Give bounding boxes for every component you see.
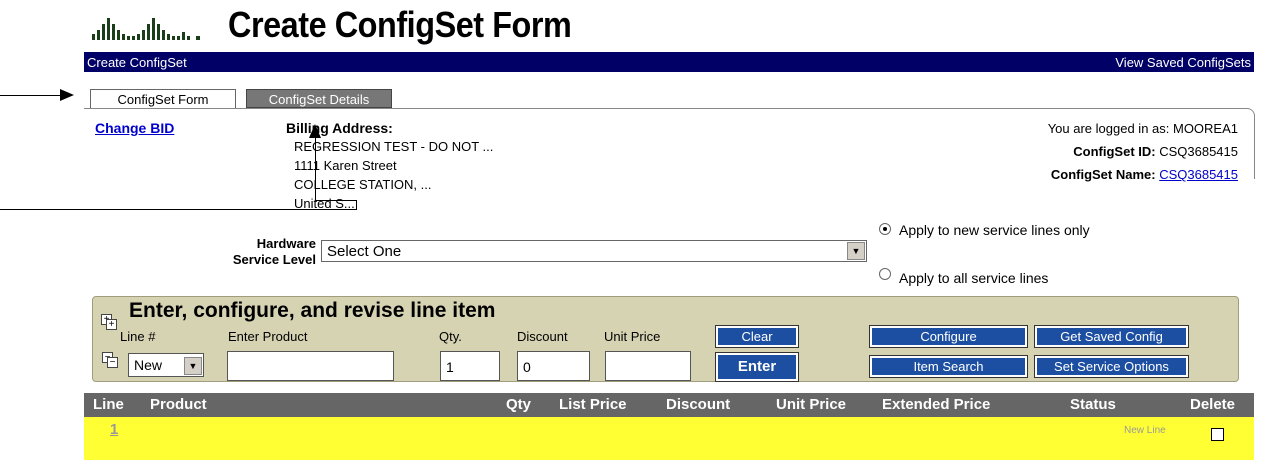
- chevron-down-icon[interactable]: ▼: [184, 357, 202, 375]
- billing-address-heading: Billing Address:: [286, 120, 393, 136]
- chevron-down-icon[interactable]: ▼: [847, 242, 865, 260]
- logged-in-text: You are logged in as: MOOREA1: [1047, 121, 1238, 136]
- clear-button[interactable]: Clear: [715, 325, 799, 348]
- expand-plus-icon[interactable]: +: [106, 319, 117, 330]
- annotation-arrow-line: [0, 95, 62, 96]
- hardware-label-line2: Service Level: [232, 252, 316, 267]
- col-label-product: Enter Product: [228, 329, 308, 344]
- col-label-unit-price: Unit Price: [604, 329, 661, 344]
- configset-id-row: ConfigSet ID: CSQ3685415: [1073, 144, 1238, 159]
- billing-line: 1111 Karen Street: [294, 158, 397, 173]
- hardware-service-level-label: Hardware Service Level: [160, 236, 316, 268]
- annotation-arrow-line: [356, 200, 357, 210]
- hardware-service-level-select[interactable]: Select One ▼: [321, 240, 867, 262]
- row-line-link[interactable]: 1: [110, 421, 118, 438]
- radio-new-label: Apply to new service lines only: [899, 222, 1090, 238]
- product-input[interactable]: [227, 351, 394, 381]
- qty-value: 1: [446, 359, 454, 375]
- qty-input[interactable]: 1: [440, 351, 500, 381]
- configset-name-label: ConfigSet Name:: [1050, 167, 1156, 182]
- get-saved-config-button[interactable]: Get Saved Config: [1034, 325, 1189, 348]
- radio-all-label: Apply to all service lines: [899, 270, 1049, 286]
- set-service-options-button[interactable]: Set Service Options: [1034, 355, 1189, 378]
- configure-button[interactable]: Configure: [869, 325, 1028, 348]
- nav-create-configset[interactable]: Create ConfigSet: [87, 55, 187, 70]
- line-number-select[interactable]: New ▼: [128, 353, 204, 377]
- billing-line: United S...: [294, 196, 355, 211]
- th-product: Product: [150, 396, 207, 413]
- billing-line: REGRESSION TEST - DO NOT ...: [294, 139, 494, 154]
- change-bid-link[interactable]: Change BID: [95, 120, 174, 136]
- cisco-logo-icon: [92, 18, 200, 40]
- tab-configset-details[interactable]: ConfigSet Details: [246, 89, 392, 108]
- line-select-value: New: [134, 357, 163, 373]
- col-label-discount: Discount: [517, 329, 568, 344]
- unit-price-input[interactable]: [605, 351, 691, 381]
- hardware-label-line1: Hardware: [256, 236, 316, 251]
- discount-value: 0: [523, 359, 531, 375]
- th-list-price: List Price: [559, 396, 627, 413]
- nav-bar: Create ConfigSet View Saved ConfigSets: [84, 52, 1254, 72]
- select-value: Select One: [327, 243, 402, 260]
- col-label-line: Line #: [120, 329, 156, 344]
- row-status: New Line: [1124, 425, 1166, 436]
- enter-button[interactable]: Enter: [715, 352, 799, 382]
- nav-view-saved-configsets[interactable]: View Saved ConfigSets: [1115, 55, 1251, 70]
- row-delete-checkbox[interactable]: [1211, 428, 1224, 441]
- radio-all-service-lines[interactable]: [879, 268, 891, 280]
- th-discount: Discount: [666, 396, 731, 413]
- annotation-arrowhead-icon: [60, 89, 74, 101]
- th-unit-price: Unit Price: [776, 396, 847, 413]
- th-delete: Delete: [1190, 396, 1236, 413]
- table-header: Line Product Qty List Price Discount Uni…: [84, 393, 1254, 417]
- item-search-button[interactable]: Item Search: [869, 355, 1028, 378]
- discount-input[interactable]: 0: [517, 351, 590, 381]
- configset-name-row: ConfigSet Name: CSQ3685415: [1051, 167, 1238, 182]
- page-title: Create ConfigSet Form: [228, 4, 572, 45]
- collapse-minus-icon[interactable]: −: [107, 357, 118, 368]
- configset-id-label: ConfigSet ID:: [1073, 144, 1156, 159]
- th-qty: Qty: [506, 396, 532, 413]
- tab-configset-form[interactable]: ConfigSet Form: [90, 89, 236, 108]
- col-label-qty: Qty.: [439, 329, 462, 344]
- configset-name-link[interactable]: CSQ3685415: [1159, 167, 1238, 182]
- th-extended-price: Extended Price: [882, 396, 991, 413]
- th-line: Line: [93, 396, 124, 413]
- billing-line: COLLEGE STATION, ...: [294, 177, 432, 192]
- line-item-heading: Enter, configure, and revise line item: [129, 299, 496, 322]
- configset-id-value: CSQ3685415: [1159, 144, 1238, 159]
- radio-new-service-lines[interactable]: [879, 223, 891, 235]
- th-status: Status: [1070, 396, 1116, 413]
- table-row: 1 New Line: [84, 417, 1254, 460]
